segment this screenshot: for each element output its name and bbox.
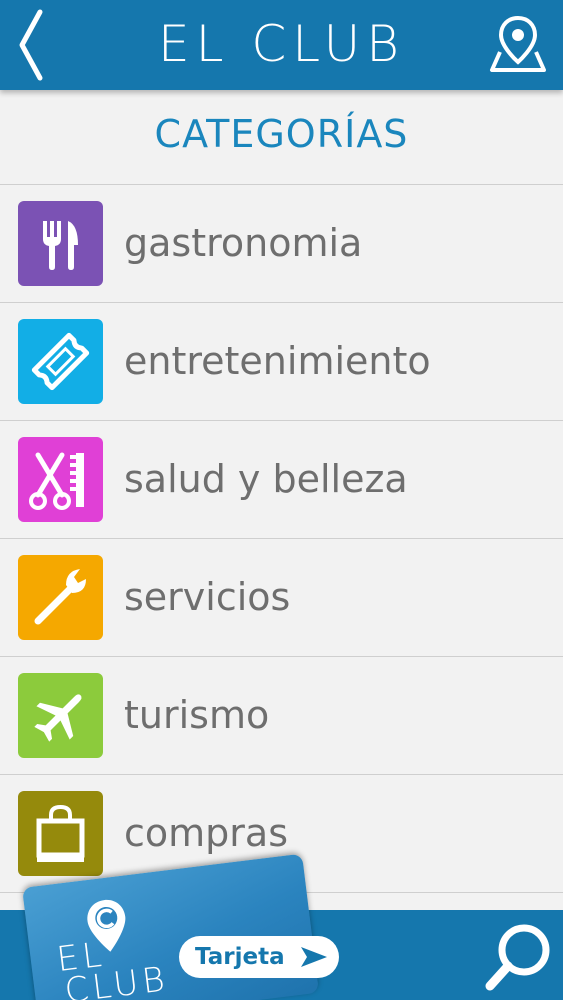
- scissors-comb-icon: [29, 452, 84, 510]
- tarjeta-button-label: Tarjeta: [195, 944, 285, 970]
- category-item-salud-y-belleza[interactable]: salud y belleza: [0, 421, 563, 539]
- fork-knife-icon: [43, 221, 78, 270]
- category-icon-tile: [18, 555, 103, 640]
- category-label: turismo: [124, 693, 270, 737]
- shopping-bag-icon: [36, 804, 85, 862]
- airplane-icon: [34, 694, 82, 742]
- category-label: entretenimiento: [124, 339, 431, 383]
- category-label: salud y belleza: [124, 457, 408, 501]
- category-label: compras: [124, 811, 288, 855]
- category-item-servicios[interactable]: servicios: [0, 539, 563, 657]
- arrow-right-icon: [301, 947, 327, 967]
- category-label: gastronomia: [124, 221, 363, 265]
- top-app-bar: EL CLUB: [0, 0, 563, 90]
- category-icon-tile: [18, 437, 103, 522]
- category-icon-tile: [18, 319, 103, 404]
- category-icon-tile: [18, 791, 103, 876]
- map-button[interactable]: [486, 15, 550, 76]
- category-list: gastronomia entretenimiento salud y bell…: [0, 185, 563, 893]
- search-button[interactable]: [482, 920, 556, 994]
- search-icon: [485, 924, 550, 991]
- category-item-turismo[interactable]: turismo: [0, 657, 563, 775]
- section-title: CATEGORÍAS: [154, 112, 409, 156]
- map-pin-icon: [490, 15, 546, 72]
- ticket-icon: [31, 332, 90, 391]
- category-label: servicios: [124, 575, 291, 619]
- category-item-gastronomia[interactable]: gastronomia: [0, 185, 563, 303]
- app-screen: EL CLUB CATEGORÍAS gastronomia entreteni…: [0, 0, 563, 1000]
- category-icon-tile: [18, 673, 103, 758]
- wrench-icon: [34, 569, 86, 625]
- tarjeta-button[interactable]: Tarjeta: [179, 936, 339, 978]
- category-icon-tile: [18, 201, 103, 286]
- app-title: EL CLUB: [158, 15, 405, 73]
- category-item-entretenimiento[interactable]: entretenimiento: [0, 303, 563, 421]
